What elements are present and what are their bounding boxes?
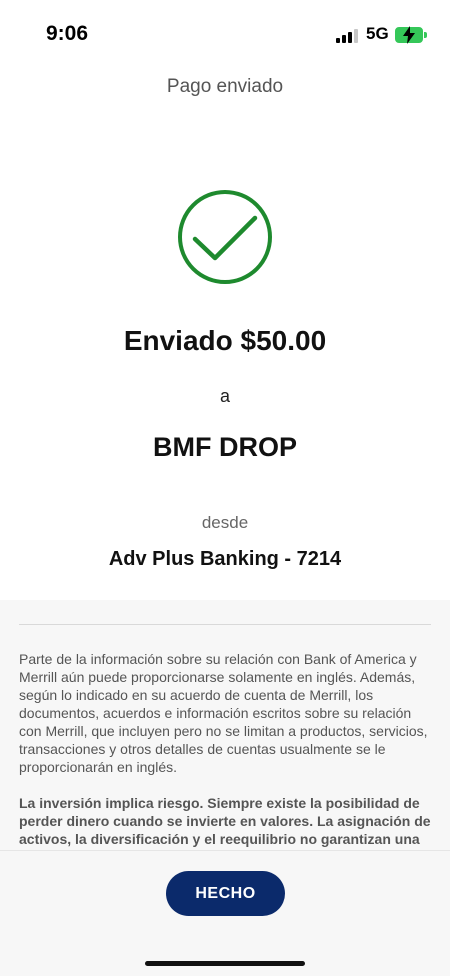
language-disclosure: Parte de la información sobre su relació… bbox=[19, 651, 428, 775]
page-title: Pago enviado bbox=[166, 76, 284, 97]
from-label: desde bbox=[201, 513, 249, 532]
battery-cap bbox=[424, 32, 427, 38]
status-bar: 9:06 5G bbox=[0, 0, 450, 66]
sent-amount: Enviado $50.00 bbox=[123, 325, 327, 356]
source-account: Adv Plus Banking - 7214 bbox=[108, 548, 342, 570]
home-indicator[interactable] bbox=[145, 961, 305, 966]
to-label: a bbox=[219, 386, 230, 406]
check-circle-icon bbox=[178, 190, 272, 284]
divider bbox=[19, 624, 431, 625]
network-type: 5G bbox=[366, 24, 389, 43]
recipient-name: BMF DROP bbox=[153, 432, 297, 462]
disclosure-text[interactable]: Parte de la información sobre su relació… bbox=[19, 650, 433, 850]
investment-risk-disclosure: La inversión implica riesgo. Siempre exi… bbox=[19, 795, 431, 850]
status-time: 9:06 bbox=[46, 22, 89, 45]
signal-bars-icon bbox=[336, 29, 362, 43]
charging-bolt-icon bbox=[403, 26, 415, 44]
done-button[interactable]: HECHO bbox=[166, 871, 285, 916]
